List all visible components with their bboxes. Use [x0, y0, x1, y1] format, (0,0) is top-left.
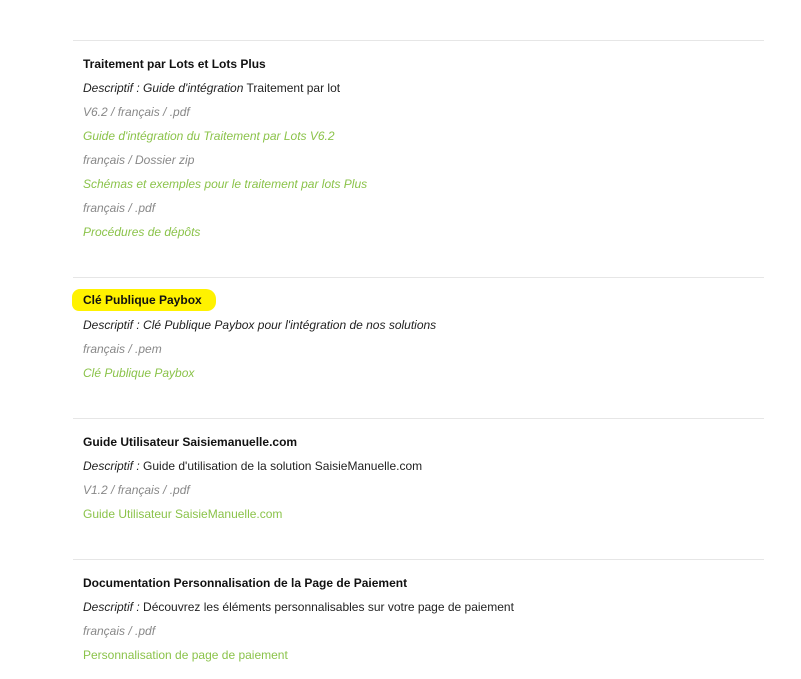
- description-value: Guide d'utilisation de la solution Saisi…: [143, 459, 423, 473]
- section-title-highlighted: Clé Publique Paybox: [72, 289, 216, 311]
- download-link[interactable]: Guide Utilisateur SaisieManuelle.com: [83, 507, 282, 521]
- section-title: Guide Utilisateur Saisiemanuelle.com: [83, 435, 298, 449]
- description-value: Clé Publique Paybox pour l'intégration d…: [143, 318, 437, 332]
- section-title: Traitement par Lots et Lots Plus: [83, 57, 266, 71]
- file-meta: français / .pdf: [83, 201, 156, 215]
- description-key: Descriptif :: [83, 81, 140, 95]
- file-meta: français / Dossier zip: [83, 153, 195, 167]
- file-meta: français / .pem: [83, 342, 162, 356]
- download-link[interactable]: Clé Publique Paybox: [83, 366, 194, 380]
- section-description: Descriptif : Découvrez les éléments pers…: [83, 600, 514, 614]
- download-link[interactable]: Schémas et exemples pour le traitement p…: [83, 177, 367, 191]
- download-link[interactable]: Personnalisation de page de paiement: [83, 648, 288, 662]
- section-description: Descriptif : Guide d'intégration Traitem…: [83, 81, 340, 95]
- section-description: Descriptif : Clé Publique Paybox pour l'…: [83, 318, 436, 332]
- doc-section-lots: Traitement par Lots et Lots Plus Descrip…: [73, 40, 764, 278]
- description-key: Descriptif :: [83, 459, 140, 473]
- doc-section-payment-page: Documentation Personnalisation de la Pag…: [73, 559, 764, 679]
- description-key: Descriptif :: [83, 600, 140, 614]
- file-meta: V6.2 / français / .pdf: [83, 105, 190, 119]
- file-meta: français / .pdf: [83, 624, 156, 638]
- download-link[interactable]: Procédures de dépôts: [83, 225, 200, 239]
- description-key: Descriptif :: [83, 318, 140, 332]
- file-meta: V1.2 / français / .pdf: [83, 483, 190, 497]
- doc-section-user-guide: Guide Utilisateur Saisiemanuelle.com Des…: [73, 418, 764, 560]
- description-value: Traitement par lot: [246, 81, 341, 95]
- description-value: Découvrez les éléments personnalisables …: [143, 600, 514, 614]
- description-italic: Guide d'intégration: [143, 81, 244, 95]
- section-description: Descriptif : Guide d'utilisation de la s…: [83, 459, 422, 473]
- doc-section-public-key: Clé Publique Paybox Descriptif : Clé Pub…: [72, 277, 764, 419]
- section-title: Documentation Personnalisation de la Pag…: [83, 576, 408, 590]
- download-link[interactable]: Guide d'intégration du Traitement par Lo…: [83, 129, 335, 143]
